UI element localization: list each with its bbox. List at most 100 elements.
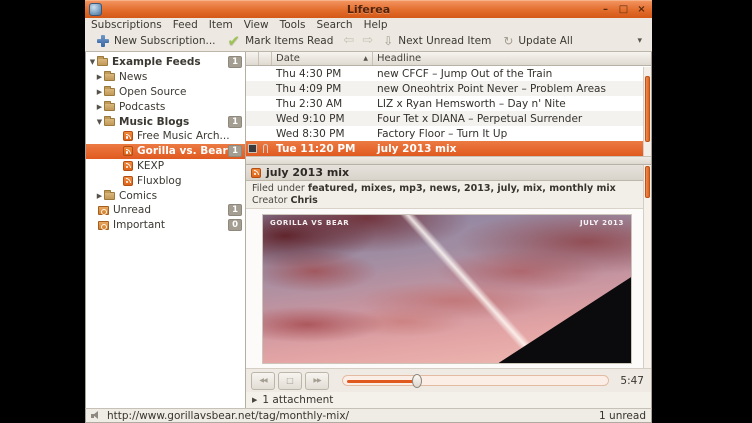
sidebar-item-music-blogs[interactable]: ▼ Music Blogs 1 bbox=[86, 114, 245, 129]
rss-feed-icon bbox=[123, 146, 133, 156]
next-unread-icon: ⇩ bbox=[383, 34, 393, 48]
menu-item[interactable]: Item bbox=[209, 19, 233, 31]
menu-subscriptions[interactable]: Subscriptions bbox=[91, 19, 162, 31]
expander-open-icon[interactable]: ▼ bbox=[88, 58, 97, 66]
table-row[interactable]: Wed 9:10 PM Four Tet x DIANA – Perpetual… bbox=[246, 111, 651, 126]
update-icon: ↻ bbox=[503, 34, 513, 48]
menu-search[interactable]: Search bbox=[316, 19, 352, 31]
menubar: Subscriptions Feed Item View Tools Searc… bbox=[85, 18, 652, 31]
speaker-icon bbox=[91, 411, 102, 420]
update-all-button[interactable]: ↻ Update All bbox=[497, 34, 578, 48]
sidebar-item-important[interactable]: Important 0 bbox=[86, 218, 245, 233]
expander-closed-icon[interactable]: ▶ bbox=[95, 73, 104, 81]
sidebar-item-fluxblog[interactable]: Fluxblog bbox=[86, 173, 245, 188]
rss-feed-icon bbox=[123, 161, 133, 171]
item-list-scrollbar[interactable] bbox=[643, 67, 651, 156]
vfolder-icon bbox=[98, 221, 109, 230]
headline-column-header[interactable]: Headline bbox=[373, 52, 651, 65]
table-row[interactable]: Thu 4:09 PM new Oneohtrix Point Never – … bbox=[246, 81, 651, 96]
unread-count: 1 unread bbox=[599, 410, 646, 422]
sidebar-item-open-source[interactable]: ▶ Open Source bbox=[86, 85, 245, 100]
forward-icon[interactable]: ⇨ bbox=[358, 34, 377, 48]
unread-badge: 1 bbox=[228, 56, 242, 68]
check-icon: ✔ bbox=[228, 34, 241, 48]
scrollbar-thumb[interactable] bbox=[645, 76, 650, 142]
minimize-button[interactable]: – bbox=[599, 4, 612, 16]
item-tags[interactable]: featured, mixes, mp3, news, 2013, july, … bbox=[308, 183, 616, 194]
folder-icon bbox=[104, 118, 115, 126]
item-view-scrollbar[interactable] bbox=[643, 165, 651, 368]
next-track-button[interactable]: ▶▶ bbox=[305, 372, 329, 390]
track-duration: 5:47 bbox=[620, 375, 644, 387]
titlebar: Liferea – □ × bbox=[85, 0, 652, 18]
back-icon[interactable]: ⇦ bbox=[339, 34, 358, 48]
sidebar-item-example-feeds[interactable]: ▼ Example Feeds 1 bbox=[86, 55, 245, 70]
toolbar-overflow-dropdown[interactable]: ▾ bbox=[637, 36, 642, 46]
menu-help[interactable]: Help bbox=[364, 19, 388, 31]
sidebar-item-kexp[interactable]: KEXP bbox=[86, 159, 245, 174]
table-row-selected[interactable]: Tue 11:20 PM july 2013 mix bbox=[246, 141, 651, 156]
feed-list-sidebar: ▼ Example Feeds 1 ▶ News ▶ Open So bbox=[86, 52, 246, 408]
unread-badge: 1 bbox=[228, 204, 242, 216]
menu-view[interactable]: View bbox=[244, 19, 269, 31]
maximize-button[interactable]: □ bbox=[617, 4, 630, 16]
item-creator: Chris bbox=[290, 195, 317, 206]
rss-feed-icon bbox=[123, 131, 133, 141]
post-image: GORILLA VS BEAR JULY 2013 bbox=[262, 214, 632, 364]
enclosure-icon bbox=[248, 144, 257, 153]
sidebar-item-unread[interactable]: Unread 1 bbox=[86, 203, 245, 218]
rss-feed-icon bbox=[251, 168, 261, 178]
expander-closed-icon[interactable]: ▶ bbox=[95, 192, 104, 200]
menu-feed[interactable]: Feed bbox=[173, 19, 198, 31]
date-column-header[interactable]: Date ▲ bbox=[272, 52, 373, 65]
folder-icon bbox=[97, 58, 108, 66]
item-view: july 2013 mix Filed under featured, mixe… bbox=[246, 165, 651, 368]
slider-handle[interactable] bbox=[412, 374, 422, 388]
rss-feed-icon bbox=[123, 176, 133, 186]
state-column-header[interactable] bbox=[246, 52, 259, 65]
sidebar-item-news[interactable]: ▶ News bbox=[86, 70, 245, 85]
attachment-expander-row[interactable]: ▶ 1 attachment bbox=[246, 392, 651, 408]
next-unread-item-button[interactable]: ⇩ Next Unread Item bbox=[377, 34, 497, 48]
new-subscription-button[interactable]: New Subscription... bbox=[91, 35, 222, 47]
attachment-label: 1 attachment bbox=[262, 394, 333, 406]
statusbar: http://www.gorillavsbear.net/tag/monthly… bbox=[85, 408, 652, 423]
expander-closed-icon: ▶ bbox=[252, 396, 257, 404]
unread-badge: 0 bbox=[228, 219, 242, 231]
paperclip-icon bbox=[263, 144, 268, 153]
stop-button[interactable]: □ bbox=[278, 372, 302, 390]
expander-closed-icon[interactable]: ▶ bbox=[95, 88, 104, 96]
scrollbar-thumb[interactable] bbox=[645, 166, 650, 198]
image-caption-right: JULY 2013 bbox=[580, 219, 624, 227]
menu-tools[interactable]: Tools bbox=[280, 19, 306, 31]
table-row[interactable]: Wed 8:30 PM Factory Floor – Turn It Up bbox=[246, 126, 651, 141]
previous-track-button[interactable]: ◀◀ bbox=[251, 372, 275, 390]
window-title: Liferea bbox=[85, 3, 652, 16]
seek-slider[interactable] bbox=[342, 375, 609, 386]
plus-icon bbox=[97, 35, 109, 47]
slider-progress bbox=[347, 380, 416, 383]
folder-icon bbox=[104, 103, 115, 111]
toolbar: New Subscription... ✔ Mark Items Read ⇦ … bbox=[85, 31, 652, 52]
table-row[interactable]: Thu 2:30 AM LIZ x Ryan Hemsworth – Day n… bbox=[246, 96, 651, 111]
expander-closed-icon[interactable]: ▶ bbox=[95, 103, 104, 111]
image-caption-left: GORILLA VS BEAR bbox=[270, 219, 349, 227]
list-header: Date ▲ Headline bbox=[246, 52, 651, 66]
vfolder-icon bbox=[98, 206, 109, 215]
sidebar-item-free-music-archive[interactable]: Free Music Arch... bbox=[86, 129, 245, 144]
mark-items-read-button[interactable]: ✔ Mark Items Read bbox=[222, 34, 340, 48]
sidebar-item-comics[interactable]: ▶ Comics bbox=[86, 188, 245, 203]
sidebar-item-gorilla-vs-bear[interactable]: Gorilla vs. Bear 1 bbox=[86, 144, 245, 159]
table-row[interactable]: Thu 4:30 PM new CFCF – Jump Out of the T… bbox=[246, 66, 651, 81]
status-url: http://www.gorillavsbear.net/tag/monthly… bbox=[107, 410, 349, 422]
attachment-column-header[interactable] bbox=[259, 52, 272, 65]
close-button[interactable]: × bbox=[635, 4, 648, 16]
unread-badge: 1 bbox=[228, 145, 242, 157]
mountain-silhouette bbox=[499, 277, 631, 363]
item-content: GORILLA VS BEAR JULY 2013 bbox=[246, 209, 651, 368]
sort-ascending-icon: ▲ bbox=[363, 55, 368, 62]
pane-splitter[interactable] bbox=[246, 156, 651, 165]
expander-open-icon[interactable]: ▼ bbox=[95, 118, 104, 126]
sidebar-item-podcasts[interactable]: ▶ Podcasts bbox=[86, 99, 245, 114]
headline-list: Date ▲ Headline Thu 4:30 PM new CFCF – J… bbox=[246, 52, 651, 156]
